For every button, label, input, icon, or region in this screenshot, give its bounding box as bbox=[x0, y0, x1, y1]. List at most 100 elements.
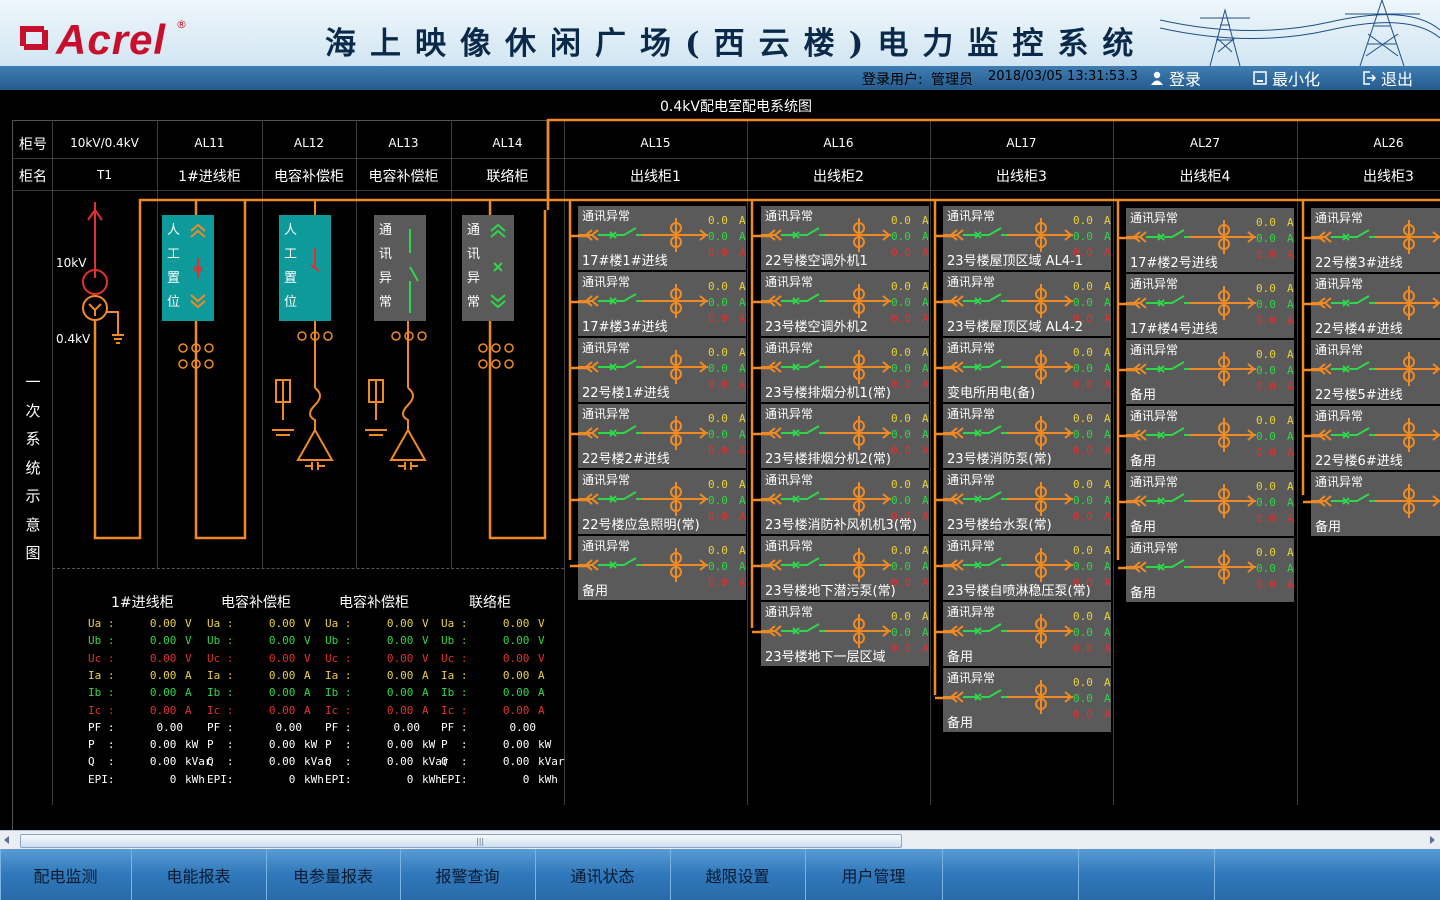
feeder-name: 22号楼2#进线 bbox=[582, 452, 670, 467]
meter-label: Uc : bbox=[88, 651, 115, 665]
feeder-card[interactable]: 通讯异常 0.0 A 0.0 A 0.0 A 变电所用电(备) bbox=[935, 338, 1111, 402]
meter-value: 0 bbox=[522, 772, 536, 786]
feeder-card[interactable]: 通讯异常 0.0 A 0.0 A 0.0 A 22号楼空调外机1 bbox=[752, 206, 929, 270]
scroll-thumb[interactable]: ||| bbox=[20, 834, 902, 848]
current-unit: A bbox=[739, 444, 746, 457]
feeder-card[interactable]: 通讯异常 0.0 A 0.0 A 0.0 A 17#楼1#进线 bbox=[570, 206, 746, 270]
feeder-card[interactable]: 通讯异常 0.0 A 0.0 A 0.0 A 22号楼1#进线 bbox=[570, 338, 746, 402]
current-value: 0.0 bbox=[1073, 478, 1093, 491]
current-value: 0.0 bbox=[1256, 430, 1276, 443]
feeder-card[interactable]: 通讯异常0.0A0.0A0.0A备用 bbox=[1118, 340, 1294, 404]
meter-label: Ub : bbox=[441, 634, 468, 648]
feeder-card[interactable]: 通讯异常 0.0 A 0.0 A 0.0 A 23号楼自喷淋稳压泵(常) bbox=[935, 536, 1111, 600]
power-pylon-icon bbox=[1160, 0, 1440, 66]
horizontal-scrollbar[interactable]: ||| bbox=[0, 830, 1440, 849]
current-value: 0.0 bbox=[891, 428, 911, 441]
nav-item-monitor[interactable]: 配电监测 bbox=[0, 849, 132, 900]
feeder-card[interactable]: 通讯异常0.0A0.0A0.0A22号楼3#进线 bbox=[1303, 208, 1440, 272]
user-name: 管理员 bbox=[931, 72, 973, 88]
current-value: 0.0 bbox=[1073, 230, 1093, 243]
feeder-card[interactable]: 通讯异常 0.0 A 0.0 A 0.0 A 17#楼2号进线 bbox=[1118, 208, 1294, 272]
feeder-card[interactable]: 通讯异常0.0A0.0A0.0A22号楼6#进线 bbox=[1303, 406, 1440, 470]
nav-item-alarm-query[interactable]: 报警查询 bbox=[400, 849, 536, 900]
feeder-card[interactable]: 通讯异常0.0A0.0A0.0A备用 bbox=[935, 668, 1111, 732]
feeder-card[interactable]: 通讯异常0.0A0.0A0.0A22号楼5#进线 bbox=[1303, 340, 1440, 404]
nav-item-limit-setting[interactable]: 越限设置 bbox=[670, 849, 806, 900]
current-value: 0.0 bbox=[1256, 512, 1276, 525]
breaker-icon bbox=[409, 229, 419, 313]
switch-box-comm-error[interactable]: 通 讯 异 常 bbox=[462, 215, 514, 321]
current-unit: A bbox=[922, 412, 929, 425]
minimize-button[interactable]: 最小化 bbox=[1253, 67, 1320, 89]
current-unit: A bbox=[1104, 676, 1111, 689]
feeder-card[interactable]: 通讯异常 0.0 A 0.0 A 0.0 A 23号楼消防泵(常) bbox=[935, 404, 1111, 468]
feeder-card[interactable]: 通讯异常0.0A0.0A0.0A备用 bbox=[1118, 406, 1294, 470]
feeder-card[interactable]: 通讯异常 0.0 A 0.0 A 0.0 A 22号楼应急照明(常) bbox=[570, 470, 746, 534]
feeder-card[interactable]: 通讯异常0.0A0.0A0.0A备用 bbox=[935, 602, 1111, 666]
current-value: 0.0 bbox=[891, 346, 911, 359]
current-value: 0.0 bbox=[1256, 282, 1276, 295]
feeder-card[interactable]: 通讯异常 0.0 A 0.0 A 0.0 A 23号楼给水泵(常) bbox=[935, 470, 1111, 534]
meter-label: Ub : bbox=[207, 634, 234, 648]
scroll-left-icon[interactable] bbox=[4, 836, 9, 844]
nav-item-parameter-report[interactable]: 电参量报表 bbox=[266, 849, 401, 900]
meter-value: 0.00 bbox=[502, 634, 536, 648]
feeder-card[interactable]: 通讯异常 0.0 A 0.0 A 0.0 A 17#楼4号进线 bbox=[1118, 274, 1294, 338]
feeder-card[interactable]: 通讯异常0.0A0.0A0.0A22号楼4#进线 bbox=[1303, 274, 1440, 338]
current-value: 0.0 bbox=[1256, 496, 1276, 509]
feeder-card[interactable]: 通讯异常 0.0 A 0.0 A 0.0 A 23号楼排烟分机2(常) bbox=[752, 404, 929, 468]
feeder-card[interactable]: 通讯异常 0.0 A 0.0 A 0.0 A 23号楼消防补风机机3(常) bbox=[752, 470, 929, 534]
feeder-name: 22号楼空调外机1 bbox=[765, 254, 868, 269]
current-value: 0.0 bbox=[708, 544, 728, 557]
feeder-card[interactable]: 通讯异常0.0A0.0A0.0A备用 bbox=[570, 536, 746, 600]
app-header: Acrel ® 海上映像休闲广场(西云楼)电力监控系统 登录用户: 管理员 20… bbox=[0, 0, 1440, 90]
feeder-card[interactable]: 通讯异常0.0A0.0A0.0A备用 bbox=[1303, 472, 1440, 536]
meter-value: 0.00 bbox=[149, 686, 183, 700]
nav-item-empty[interactable] bbox=[1078, 849, 1215, 900]
feeder-card[interactable]: 通讯异常0.0A0.0A0.0A备用 bbox=[1118, 472, 1294, 536]
meter-value: 0.00 bbox=[149, 668, 183, 682]
meter-unit: kVar bbox=[538, 755, 565, 769]
feeder-name: 22号楼6#进线 bbox=[1315, 454, 1403, 469]
meter-value: 0 bbox=[406, 772, 420, 786]
nav-item-comm-status[interactable]: 通讯状态 bbox=[535, 849, 671, 900]
current-unit: A bbox=[739, 510, 746, 523]
current-unit: A bbox=[1287, 562, 1294, 575]
current-unit: A bbox=[922, 280, 929, 293]
meter-value: 0.00 bbox=[386, 738, 420, 752]
user-label: 登录用户: bbox=[862, 72, 923, 88]
scroll-right-icon[interactable] bbox=[1430, 836, 1435, 844]
feeder-card[interactable]: 通讯异常 0.0 A 0.0 A 0.0 A 17#楼3#进线 bbox=[570, 272, 746, 336]
feeder-card[interactable]: 通讯异常 0.0 A 0.0 A 0.0 A 22号楼2#进线 bbox=[570, 404, 746, 468]
feeder-card[interactable]: 通讯异常 0.0 A 0.0 A 0.0 A 23号楼排烟分机1(常) bbox=[752, 338, 929, 402]
meter-unit: V bbox=[422, 617, 429, 630]
nav-item-user-management[interactable]: 用户管理 bbox=[805, 849, 943, 900]
feeder-card[interactable]: 通讯异常 0.0 A 0.0 A 0.0 A 23号楼屋顶区域 AL4-1 bbox=[935, 206, 1111, 270]
feeder-card[interactable]: 通讯异常0.0A0.0A0.0A备用 bbox=[1118, 538, 1294, 602]
current-unit: A bbox=[922, 544, 929, 557]
feeder-card[interactable]: 通讯异常 0.0 A 0.0 A 0.0 A 23号楼空调外机2 bbox=[752, 272, 929, 336]
exit-button[interactable]: 退出 bbox=[1362, 67, 1413, 89]
current-value: 0.0 bbox=[1256, 480, 1276, 493]
current-value: 0.0 bbox=[1073, 642, 1093, 655]
current-value: 0.0 bbox=[891, 626, 911, 639]
logo-registered: ® bbox=[176, 18, 187, 31]
nav-item-energy-report[interactable]: 电能报表 bbox=[131, 849, 267, 900]
meter-label: PF : bbox=[441, 720, 468, 734]
nav-item-empty[interactable] bbox=[942, 849, 1079, 900]
switch-box-manual[interactable]: 人 工 置 位 bbox=[279, 215, 331, 321]
meter-unit: V bbox=[304, 634, 311, 648]
login-button[interactable]: 登录 bbox=[1150, 67, 1201, 89]
switch-box-manual[interactable]: 人 工 置 位 bbox=[162, 215, 214, 321]
current-unit: A bbox=[1104, 478, 1111, 491]
nav-item-empty[interactable] bbox=[1214, 849, 1440, 900]
current-unit: A bbox=[922, 362, 929, 375]
current-unit: A bbox=[1104, 412, 1111, 425]
feeder-card[interactable]: 通讯异常 0.0 A 0.0 A 0.0 A 23号楼屋顶区域 AL4-2 bbox=[935, 272, 1111, 336]
feeder-card[interactable]: 通讯异常 0.0 A 0.0 A 0.0 A 23号楼地下一层区域 bbox=[752, 602, 929, 666]
switch-box-comm-error[interactable]: 通 讯 异 常 bbox=[374, 215, 426, 321]
feeder-card[interactable]: 通讯异常 0.0 A 0.0 A 0.0 A 23号楼地下潜污泵(常) bbox=[752, 536, 929, 600]
current-unit: A bbox=[1104, 494, 1111, 507]
current-unit: A bbox=[739, 412, 746, 425]
current-value: 0.0 bbox=[891, 280, 911, 293]
